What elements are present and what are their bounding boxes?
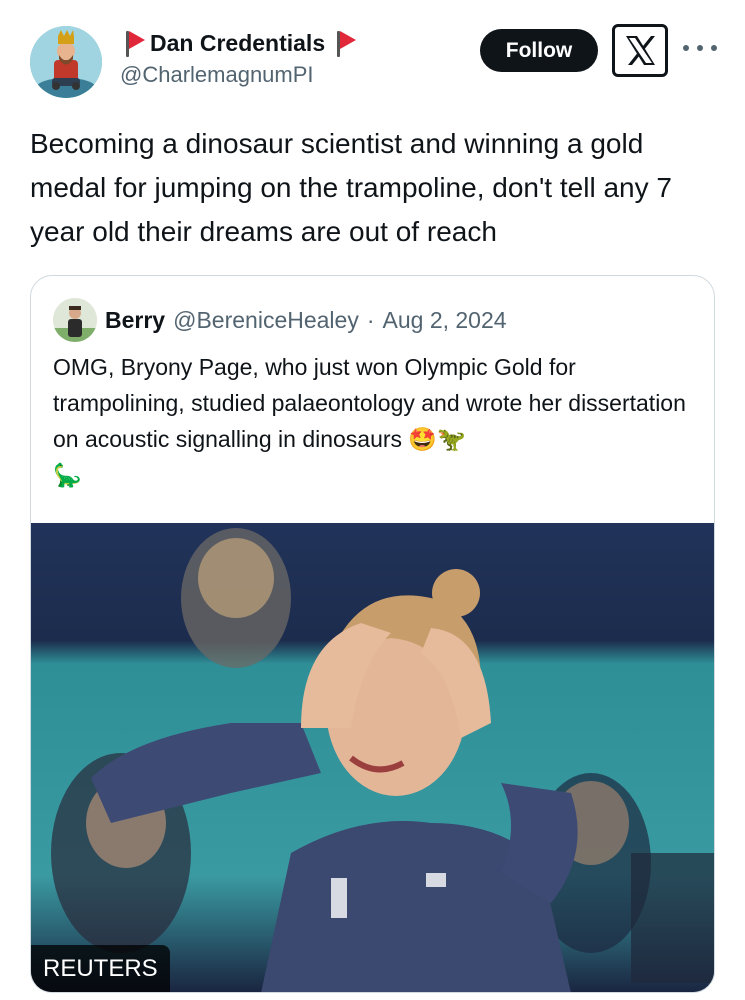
author-handle[interactable]: @CharlemagnumPI — [120, 62, 357, 88]
quoted-text-body: OMG, Bryony Page, who just won Olympic G… — [53, 354, 686, 452]
author-avatar[interactable] — [30, 26, 102, 98]
media-credit: REUTERS — [31, 945, 170, 992]
quoted-avatar[interactable] — [53, 298, 97, 342]
quoted-media-image[interactable]: REUTERS — [31, 523, 714, 992]
quoted-tweet[interactable]: Berry @BereniceHealey · Aug 2, 2024 OMG,… — [30, 275, 715, 993]
more-options-icon[interactable] — [683, 36, 717, 60]
quoted-text: OMG, Bryony Page, who just won Olympic G… — [53, 349, 693, 493]
quoted-display-name[interactable]: Berry — [105, 307, 165, 334]
display-name-row[interactable]: Dan Credentials — [120, 26, 357, 60]
follow-button[interactable]: Follow — [480, 29, 598, 72]
quoted-text-emoji-line: 🦕 — [53, 462, 82, 488]
red-flag-icon — [331, 28, 357, 58]
tweet-text: Becoming a dinosaur scientist and winnin… — [30, 128, 672, 247]
author-names: Dan Credentials @CharlemagnumPI — [120, 26, 357, 88]
red-flag-icon — [120, 28, 146, 58]
tweet-header: Dan Credentials @CharlemagnumPI Follow — [0, 0, 745, 110]
quoted-handle[interactable]: @BereniceHealey — [173, 307, 359, 334]
meta-separator: · — [366, 306, 375, 333]
quoted-header: Berry @BereniceHealey · Aug 2, 2024 — [53, 298, 507, 342]
display-name[interactable]: Dan Credentials — [150, 30, 325, 57]
quoted-date[interactable]: Aug 2, 2024 — [383, 307, 507, 334]
x-logo-icon[interactable] — [612, 24, 668, 77]
